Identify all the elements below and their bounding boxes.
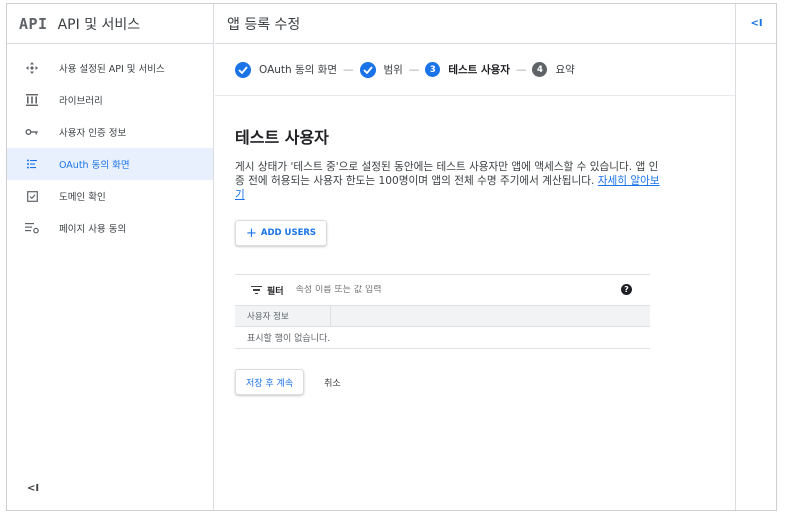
app-window: API API 및 서비스 사용 설정된 API 및 서비스 라이브러리 사용자… xyxy=(6,3,777,511)
step-summary[interactable]: 4 요약 xyxy=(532,62,575,77)
filter-bar: 필터 ? xyxy=(235,275,650,305)
step-label: 테스트 사용자 xyxy=(448,64,510,76)
step-scopes[interactable]: 범위 xyxy=(359,61,403,78)
section-title: 테스트 사용자 xyxy=(235,128,329,147)
sidebar-item-domain-verification[interactable]: 도메인 확인 xyxy=(7,180,213,212)
save-and-continue-button[interactable]: 저장 후 계속 xyxy=(235,369,305,395)
sidebar-item-label: OAuth 동의 화면 xyxy=(59,160,130,171)
step-label: 요약 xyxy=(555,64,575,76)
sidebar-item-label: 사용자 인증 정보 xyxy=(59,128,127,139)
right-panel: <I xyxy=(735,4,776,510)
section-description: 게시 상태가 '테스트 중'으로 설정된 동안에는 테스트 사용자만 앱에 액세… xyxy=(235,160,665,202)
sidebar-item-page-usage[interactable]: 페이지 사용 동의 xyxy=(7,212,213,244)
sidebar-header: API API 및 서비스 xyxy=(7,4,213,44)
sidebar-item-enabled-apis[interactable]: 사용 설정된 API 및 서비스 xyxy=(7,52,213,84)
sidebar-item-credentials[interactable]: 사용자 인증 정보 xyxy=(7,116,213,148)
library-icon xyxy=(25,93,39,107)
add-users-label: ADD USERS xyxy=(260,228,317,238)
step-test-users[interactable]: 3 테스트 사용자 xyxy=(425,62,510,77)
add-users-button[interactable]: + ADD USERS xyxy=(235,220,327,246)
api-logo: API xyxy=(19,14,48,33)
domain-verify-icon xyxy=(25,189,39,203)
sidebar-collapse-button[interactable]: <I xyxy=(27,483,39,494)
sidebar-item-label: 페이지 사용 동의 xyxy=(59,224,127,235)
filter-icon xyxy=(251,285,262,296)
empty-table-message: 표시할 행이 없습니다. xyxy=(235,326,650,349)
step-label: OAuth 동의 화면 xyxy=(259,64,338,76)
filter-label: 필터 xyxy=(267,286,284,297)
check-circle-icon xyxy=(235,61,251,78)
sidebar-item-label: 사용 설정된 API 및 서비스 xyxy=(59,64,165,75)
step-separator: — xyxy=(515,63,527,76)
step-separator: — xyxy=(343,63,354,76)
step-oauth-consent[interactable]: OAuth 동의 화면 xyxy=(235,61,338,78)
sidebar-item-library[interactable]: 라이브러리 xyxy=(7,84,213,116)
page-usage-icon xyxy=(25,221,39,235)
users-table: 필터 ? 사용자 정보 표시할 행이 없습니다. xyxy=(235,274,650,349)
key-icon xyxy=(25,125,39,139)
step-number-badge: 4 xyxy=(532,62,548,77)
form-actions: 저장 후 계속 취소 xyxy=(235,369,735,395)
main-header: 앱 등록 수정 xyxy=(215,4,735,44)
sidebar-title: API 및 서비스 xyxy=(57,16,141,33)
sidebar-item-oauth-consent[interactable]: OAuth 동의 화면 xyxy=(7,148,213,180)
step-separator: — xyxy=(408,63,420,76)
sidebar: API API 및 서비스 사용 설정된 API 및 서비스 라이브러리 사용자… xyxy=(7,4,214,510)
step-label: 범위 xyxy=(383,64,403,76)
table-header-row: 사용자 정보 xyxy=(235,305,650,326)
check-circle-icon xyxy=(359,61,376,78)
plus-icon: + xyxy=(246,225,257,241)
cancel-button[interactable]: 취소 xyxy=(324,376,341,389)
column-header-user-info[interactable]: 사용자 정보 xyxy=(235,306,331,326)
main-panel: 앱 등록 수정 OAuth 동의 화면 — 범위 — 3 테스트 사용자 — 4… xyxy=(215,4,735,510)
content-area: 테스트 사용자 게시 상태가 '테스트 중'으로 설정된 동안에는 테스트 사용… xyxy=(215,96,735,395)
api-services-icon xyxy=(25,61,39,75)
oauth-consent-icon xyxy=(25,157,39,171)
sidebar-item-label: 라이브러리 xyxy=(59,96,103,107)
step-number-badge: 3 xyxy=(425,62,441,77)
sidebar-nav: 사용 설정된 API 및 서비스 라이브러리 사용자 인증 정보 OAuth 동… xyxy=(7,52,213,244)
description-text: 게시 상태가 '테스트 중'으로 설정된 동안에는 테스트 사용자만 앱에 액세… xyxy=(235,161,659,187)
filter-input[interactable] xyxy=(295,285,496,295)
right-panel-toggle-button[interactable]: <I xyxy=(736,4,776,44)
help-icon[interactable]: ? xyxy=(621,284,632,295)
sidebar-item-label: 도메인 확인 xyxy=(59,192,106,203)
page-title: 앱 등록 수정 xyxy=(227,16,301,33)
stepper: OAuth 동의 화면 — 범위 — 3 테스트 사용자 — 4 요약 xyxy=(215,44,735,96)
